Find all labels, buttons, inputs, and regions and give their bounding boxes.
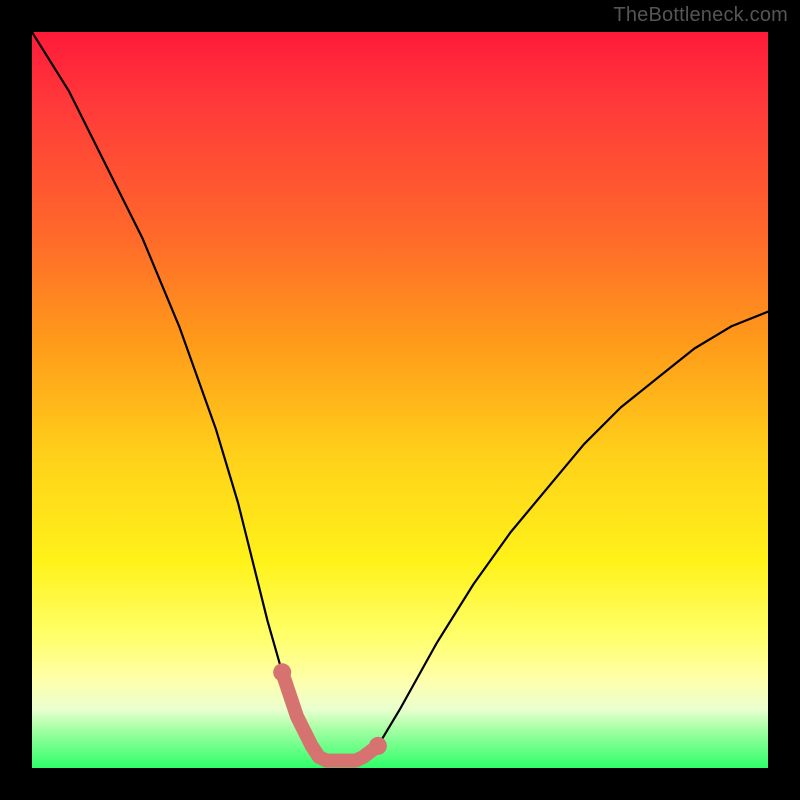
watermark-label: TheBottleneck.com [613,4,788,27]
valley-highlight [282,672,378,760]
bottleneck-curve [32,32,768,761]
plot-area [32,32,768,768]
chart-frame: TheBottleneck.com [0,0,800,800]
valley-dot [369,737,387,755]
valley-dot [273,663,291,681]
curve-svg [32,32,768,768]
